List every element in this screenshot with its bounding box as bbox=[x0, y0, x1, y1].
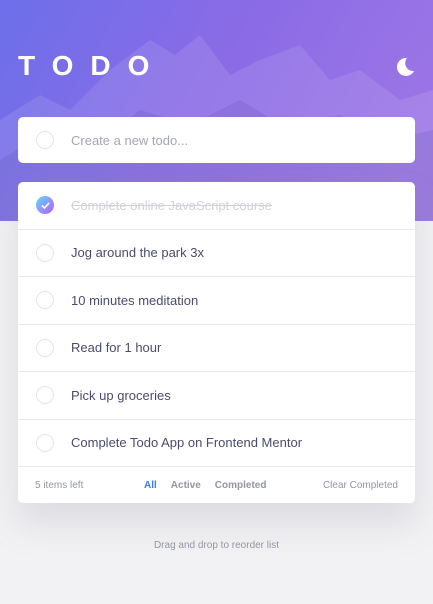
todo-list: Complete online JavaScript course Jog ar… bbox=[18, 182, 415, 503]
clear-completed-button[interactable]: Clear Completed bbox=[323, 480, 398, 491]
filter-tabs: All Active Completed bbox=[144, 480, 266, 491]
todo-item[interactable]: 10 minutes meditation bbox=[18, 277, 415, 325]
filter-all[interactable]: All bbox=[144, 480, 157, 491]
checkbox-circle-icon[interactable] bbox=[36, 433, 54, 452]
todo-item[interactable]: Complete online JavaScript course bbox=[18, 182, 415, 230]
app-title: TODO bbox=[18, 50, 167, 81]
todo-item[interactable]: Jog around the park 3x bbox=[18, 230, 415, 277]
todo-item[interactable]: Pick up groceries bbox=[18, 372, 415, 420]
todo-item-label: Complete online JavaScript course bbox=[71, 197, 272, 213]
todo-item-label: Jog around the park 3x bbox=[71, 245, 204, 261]
drag-hint: Drag and drop to reorder list bbox=[153, 540, 280, 551]
todo-item-label: Complete Todo App on Frontend Mentor bbox=[71, 435, 303, 451]
filter-completed[interactable]: Completed bbox=[215, 480, 267, 491]
theme-toggle-button[interactable] bbox=[394, 56, 416, 78]
checkbox-circle-icon[interactable] bbox=[36, 291, 54, 310]
new-todo-input[interactable] bbox=[71, 132, 371, 148]
todo-item[interactable]: Complete Todo App on Frontend Mentor bbox=[18, 420, 415, 467]
checkmark-icon[interactable] bbox=[36, 196, 54, 215]
todo-item-label: Read for 1 hour bbox=[71, 340, 162, 356]
moon-icon bbox=[396, 57, 414, 76]
checkbox-circle-icon[interactable] bbox=[36, 243, 54, 262]
checkbox-circle-icon[interactable] bbox=[36, 338, 54, 357]
todo-footer: 5 items left All Active Completed Clear … bbox=[18, 467, 415, 503]
new-todo-field[interactable] bbox=[18, 117, 415, 163]
checkbox-circle-icon[interactable] bbox=[36, 386, 54, 405]
todo-item-label: 10 minutes meditation bbox=[71, 292, 199, 308]
todo-item-label: Pick up groceries bbox=[71, 387, 171, 403]
todo-item[interactable]: Read for 1 hour bbox=[18, 325, 415, 372]
filter-active[interactable]: Active bbox=[171, 480, 201, 491]
items-left-count: 5 items left bbox=[35, 479, 84, 491]
new-todo-circle-icon bbox=[36, 131, 54, 149]
